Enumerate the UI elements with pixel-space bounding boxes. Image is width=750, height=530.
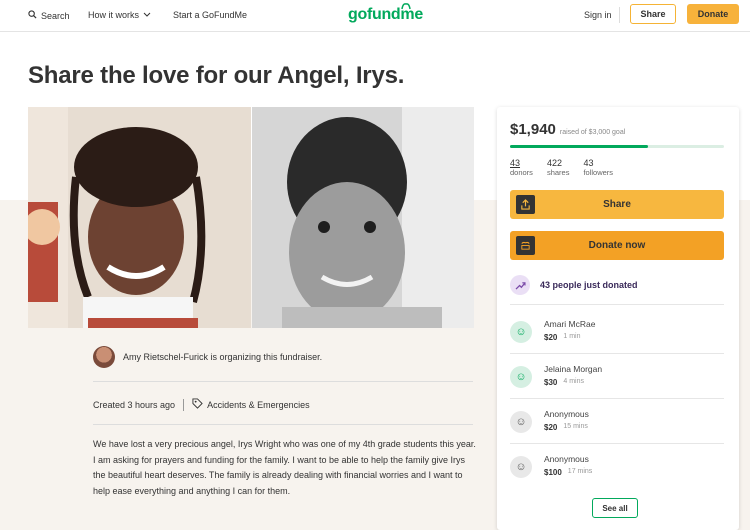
donation-time: 1 min (563, 333, 581, 340)
donor-avatar-icon: ☺ (510, 321, 532, 343)
donation-amount: $20 (544, 423, 558, 432)
organizer-text: Amy Rietschel-Furick is organizing this … (123, 352, 323, 362)
how-it-works-menu[interactable]: How it works (88, 10, 151, 20)
progress-bar (510, 145, 724, 148)
donor-name: Anonymous (544, 454, 589, 464)
donation-sidebar: $1,940 raised of $3,000 goal 43 donors 4… (497, 107, 739, 530)
donation-time: 15 mins (563, 423, 588, 430)
share-icon (516, 195, 535, 214)
list-item: ☺ Anonymous $100 17 mins (510, 454, 592, 478)
gofundme-logo[interactable]: gofundme (348, 3, 423, 24)
stat-number: 43 (583, 158, 594, 168)
logo-sprout-icon (400, 2, 412, 12)
chevron-down-icon (143, 10, 151, 20)
campaign-photo-right (252, 107, 474, 328)
donor-avatar-icon: ☺ (510, 366, 532, 388)
donate-button-label: Donate now (588, 240, 646, 251)
divider (510, 304, 724, 305)
campaign-photo-left (28, 107, 251, 328)
donor-avatar-icon: ☺ (510, 411, 532, 433)
donor-name: Amari McRae (544, 319, 596, 329)
donor-avatar-icon: ☺ (510, 456, 532, 478)
goal-text: raised of $3,000 goal (559, 129, 626, 136)
campaign-description: We have lost a very precious angel, Irys… (93, 439, 476, 496)
start-label: Start a GoFundMe (173, 10, 248, 20)
divider (93, 424, 473, 425)
avatar (93, 346, 115, 368)
share-button-label: Share (603, 199, 631, 210)
stat-number: 43 (510, 158, 521, 168)
list-item: ☺ Amari McRae $20 1 min (510, 319, 595, 343)
donate-now-button[interactable]: Donate now (510, 231, 724, 260)
search-label: Search (41, 10, 70, 21)
tag-icon (192, 398, 203, 411)
trending-icon (510, 275, 530, 295)
donor-name: Anonymous (544, 409, 589, 419)
list-item: ☺ Jelaina Morgan $30 4 mins (510, 364, 602, 388)
meta-separator (183, 398, 185, 411)
organizer-row: Amy Rietschel-Furick is organizing this … (93, 346, 322, 368)
stat-label: followers (583, 168, 614, 177)
campaign-meta: Created 3 hours ago Accidents & Emergenc… (93, 398, 310, 411)
donation-amount: $20 (544, 333, 558, 342)
nav-share-button[interactable]: Share (630, 4, 676, 24)
donation-amount: $30 (544, 378, 558, 387)
raised-amount: $1,940 (510, 121, 556, 138)
stat-label: shares (546, 168, 570, 177)
stat-label: donors (510, 168, 533, 177)
search-icon (28, 10, 37, 21)
stat-shares: 422 shares (547, 158, 570, 177)
progress-fill (510, 145, 649, 148)
category-label: Accidents & Emergencies (207, 399, 310, 410)
list-item: ☺ Anonymous $20 15 mins (510, 409, 589, 433)
donor-name: Jelaina Morgan (544, 364, 603, 374)
divider (510, 353, 724, 354)
created-text: Created 3 hours ago (93, 399, 176, 410)
just-donated-row: 43 people just donated (510, 275, 638, 295)
donate-icon (516, 236, 535, 255)
donation-time: 17 mins (567, 468, 593, 475)
top-nav: Search How it works Start a GoFundMe gof… (0, 0, 750, 32)
divider (510, 398, 724, 399)
just-donated-label: 43 people just donated (540, 280, 638, 290)
nav-divider (619, 7, 620, 23)
category-link[interactable]: Accidents & Emergencies (192, 398, 310, 411)
divider (93, 381, 473, 382)
share-button[interactable]: Share (510, 190, 724, 219)
raised-summary: $1,940 raised of $3,000 goal (510, 121, 625, 138)
stat-followers: 43 followers (583, 158, 613, 177)
sign-in-link[interactable]: Sign in (584, 10, 612, 20)
nav-donate-button[interactable]: Donate (687, 4, 739, 24)
donation-amount: $100 (544, 468, 562, 477)
search-link[interactable]: Search (28, 10, 70, 21)
how-it-works-label: How it works (88, 10, 140, 20)
see-all-button[interactable]: See all (592, 498, 638, 518)
stat-number: 422 (546, 158, 562, 168)
donation-time: 4 mins (563, 378, 584, 385)
divider (510, 443, 724, 444)
campaign-title: Share the love for our Angel, Irys. (28, 62, 405, 89)
stat-donors[interactable]: 43 donors (510, 158, 533, 177)
campaign-stats: 43 donors 422 shares 43 followers (510, 158, 613, 177)
start-gofundme-link[interactable]: Start a GoFundMe (173, 10, 247, 20)
